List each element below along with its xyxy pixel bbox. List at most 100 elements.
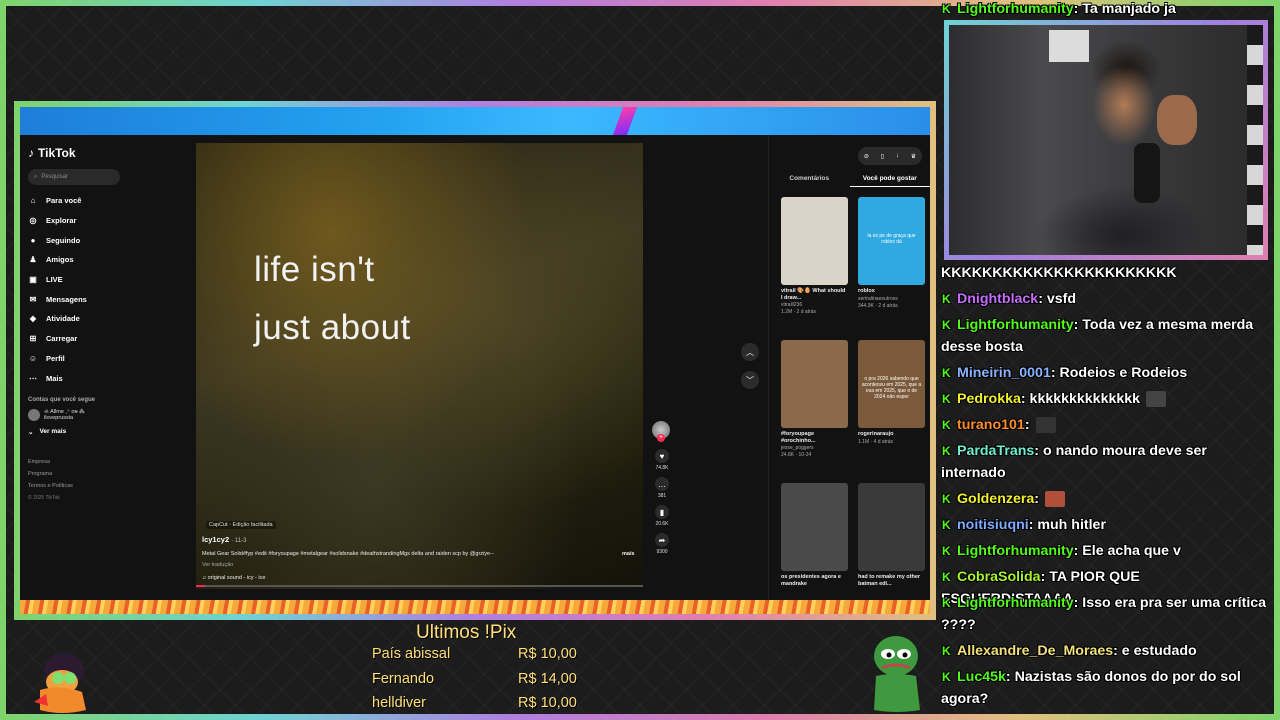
capcut-tag[interactable]: CapCut · Edição facilitada	[206, 521, 276, 529]
chat-username[interactable]: Goldenzera	[957, 491, 1034, 507]
video-caption: life isn't just about	[254, 250, 411, 347]
sidebar-item-explorar[interactable]: ◎ Explorar	[28, 211, 196, 231]
video-author[interactable]: lcy1cy2 · 11-3	[202, 535, 246, 544]
following-icon: ●	[30, 235, 36, 245]
chat-message: K PardaTrans: o nando moura deve ser inte…	[941, 440, 1271, 484]
footer-link-company[interactable]: Empresa	[28, 456, 196, 468]
video-thumbnail	[781, 340, 848, 428]
share-action[interactable]: ➦ 9300	[652, 533, 672, 555]
video-card[interactable]: #foryoupage #orochinho... jesse_poggers 24…	[781, 340, 848, 458]
tab-you-may-like[interactable]: Você pode gostar	[849, 175, 930, 187]
sidebar-item-para-você[interactable]: ⌂ Para você	[28, 191, 196, 211]
video-player[interactable]: life isn't just about CapCut · Edição fa…	[196, 143, 643, 589]
heart-icon: ♥	[655, 449, 669, 463]
like-action[interactable]: ♥ 74.8K	[652, 449, 672, 471]
chat-username[interactable]: Dnightblack	[957, 291, 1038, 307]
crown-icon[interactable]: ♛	[911, 153, 916, 160]
kick-badge-icon: K	[942, 318, 951, 332]
home-icon: ⌂	[30, 196, 36, 206]
chat-message: K Lightforhumanity: Isso era pra ser uma …	[941, 592, 1271, 636]
save-action[interactable]: ▮ 20.6K	[652, 505, 672, 527]
chat-username[interactable]: Lightforhumanity	[957, 1, 1074, 17]
kick-badge-icon: K	[942, 544, 951, 558]
chat-text: :	[1024, 417, 1030, 433]
following-account[interactable]: ☠ Allme ,⁺ ᴏɴ ⁂ iloveprussia	[28, 409, 196, 421]
download-icon[interactable]: ↓	[896, 153, 899, 159]
sidebar-item-mais[interactable]: ⋯ Mais	[28, 368, 196, 388]
more-button[interactable]: mais	[622, 551, 635, 557]
footer-link-terms[interactable]: Termos e Políticas	[28, 480, 196, 492]
upload-icon: ⊞	[29, 334, 37, 344]
chat-username[interactable]: Pedrokka	[957, 391, 1021, 407]
video-card[interactable]: o pra 2026 sabendo que aconteceu em 2025…	[858, 340, 925, 445]
pix-amount: R$ 14,00	[518, 670, 577, 687]
sidebar-item-perfil[interactable]: ☺ Perfil	[28, 349, 196, 369]
chat-username[interactable]: Mineirin_0001	[957, 365, 1051, 381]
chat-message: K Pedrokka: kkkkkkkkkkkkkk	[941, 388, 1271, 410]
chat-username[interactable]: Lightforhumanity	[957, 543, 1074, 559]
chat-message: KKKKKKKKKKKKKKKKKKKKKKK	[941, 262, 1271, 284]
search-input[interactable]: ⌕ Pesquisar	[28, 169, 120, 185]
sidebar-item-seguindo[interactable]: ● Seguindo	[28, 230, 196, 250]
see-more-button[interactable]: ⌄ Ver mais	[28, 428, 196, 436]
chevron-down-icon: ﹀	[746, 375, 754, 385]
top-banner	[20, 107, 930, 135]
chat-text: : Ele acha que v	[1073, 543, 1181, 559]
tab-comments[interactable]: Comentários	[769, 175, 850, 187]
video-thumbnail: o pra 2026 sabendo que aconteceu em 2025…	[858, 340, 925, 428]
chat-message: K Mineirin_0001: Rodeios e Rodeios	[941, 362, 1271, 384]
chat-message: K Allexandre_De_Moraes: e estudado	[941, 640, 1271, 662]
message-icon: ✉	[29, 294, 37, 304]
pix-title: Ultimos !Pix	[416, 622, 517, 643]
video-card[interactable]: os presidentes agora e mandrake	[781, 483, 848, 587]
video-progress-bar[interactable]	[196, 585, 643, 587]
sidebar-item-mensagens[interactable]: ✉ Mensagens	[28, 289, 196, 309]
pix-donor: País abissal	[372, 646, 451, 662]
pepe-emote	[874, 636, 920, 712]
chat-username[interactable]: Luc45k	[957, 669, 1006, 685]
thumbnail-overlay-text: la es pe de graça que roblox dá	[867, 233, 916, 245]
video-thumbnail	[781, 197, 848, 285]
chat-message: K Dnightblack: vsfd	[941, 288, 1271, 310]
sidebar-item-atividade[interactable]: ◆ Atividade	[28, 309, 196, 329]
avatar	[28, 408, 40, 421]
pix-donor: Fernando	[372, 670, 435, 687]
pix-amount: R$ 10,00	[518, 646, 577, 662]
chat-username[interactable]: noitisiuqni	[957, 517, 1029, 533]
video-thumbnail: la es pe de graça que roblox dá	[858, 197, 925, 285]
video-card[interactable]: la es pe de graça que roblox dá roblox ser…	[858, 197, 925, 309]
compass-icon: ◎	[29, 216, 37, 226]
sidebar-item-amigos[interactable]: ♟ Amigos	[28, 250, 196, 270]
video-card-author: vitraill236	[781, 302, 803, 309]
chat-username[interactable]: Allexandre_De_Moraes	[957, 643, 1113, 659]
chat-username[interactable]: Lightforhumanity	[957, 595, 1074, 611]
video-card[interactable]: vitrail 🎨🥚 What should I draw... vitraill…	[781, 197, 848, 315]
pix-donor: helldiver	[372, 695, 426, 711]
chat-username[interactable]: turano101	[957, 417, 1025, 433]
translate-link[interactable]: Ver tradução	[202, 562, 233, 568]
right-panel: ⊘ ▯ ↓ ♛ Comentários Você pode gostar vit…	[768, 135, 930, 600]
kick-badge-icon: K	[942, 418, 951, 432]
kick-badge-icon: K	[942, 644, 951, 658]
chat-username[interactable]: PardaTrans	[957, 443, 1034, 459]
sidebar-item-live[interactable]: ▣ LIVE	[28, 270, 196, 290]
chat-username[interactable]: Lightforhumanity	[957, 317, 1074, 333]
phone-icon[interactable]: ▯	[881, 153, 884, 160]
chat-text: : Rodeios e Rodeios	[1050, 365, 1188, 381]
comment-action[interactable]: … 381	[652, 477, 672, 499]
previous-video-button[interactable]: ︿	[741, 343, 759, 361]
chat-message: Kturano101:	[941, 414, 1271, 436]
chat-message: K Lightforhumanity: Toda vez a mesma merd…	[941, 314, 1271, 358]
video-card[interactable]: had to remake my other batman edi...	[858, 483, 925, 587]
tiktok-logo[interactable]: ♪ TikTok	[28, 145, 196, 161]
chat-username[interactable]: CobraSolida	[957, 569, 1041, 585]
footer-link-program[interactable]: Programa	[28, 468, 196, 480]
top-icons: ⊘ ▯ ↓ ♛	[858, 147, 922, 165]
sound-link[interactable]: ♫ original sound - icy - ice	[202, 575, 265, 581]
next-video-button[interactable]: ﹀	[741, 371, 759, 389]
creator-avatar[interactable]	[652, 421, 670, 442]
chat-text: : Ta manjado ja	[1073, 1, 1176, 17]
video-card-title: had to remake my other batman edi...	[858, 574, 921, 587]
sidebar-item-carregar[interactable]: ⊞ Carregar	[28, 329, 196, 349]
coin-icon[interactable]: ⊘	[864, 153, 869, 160]
